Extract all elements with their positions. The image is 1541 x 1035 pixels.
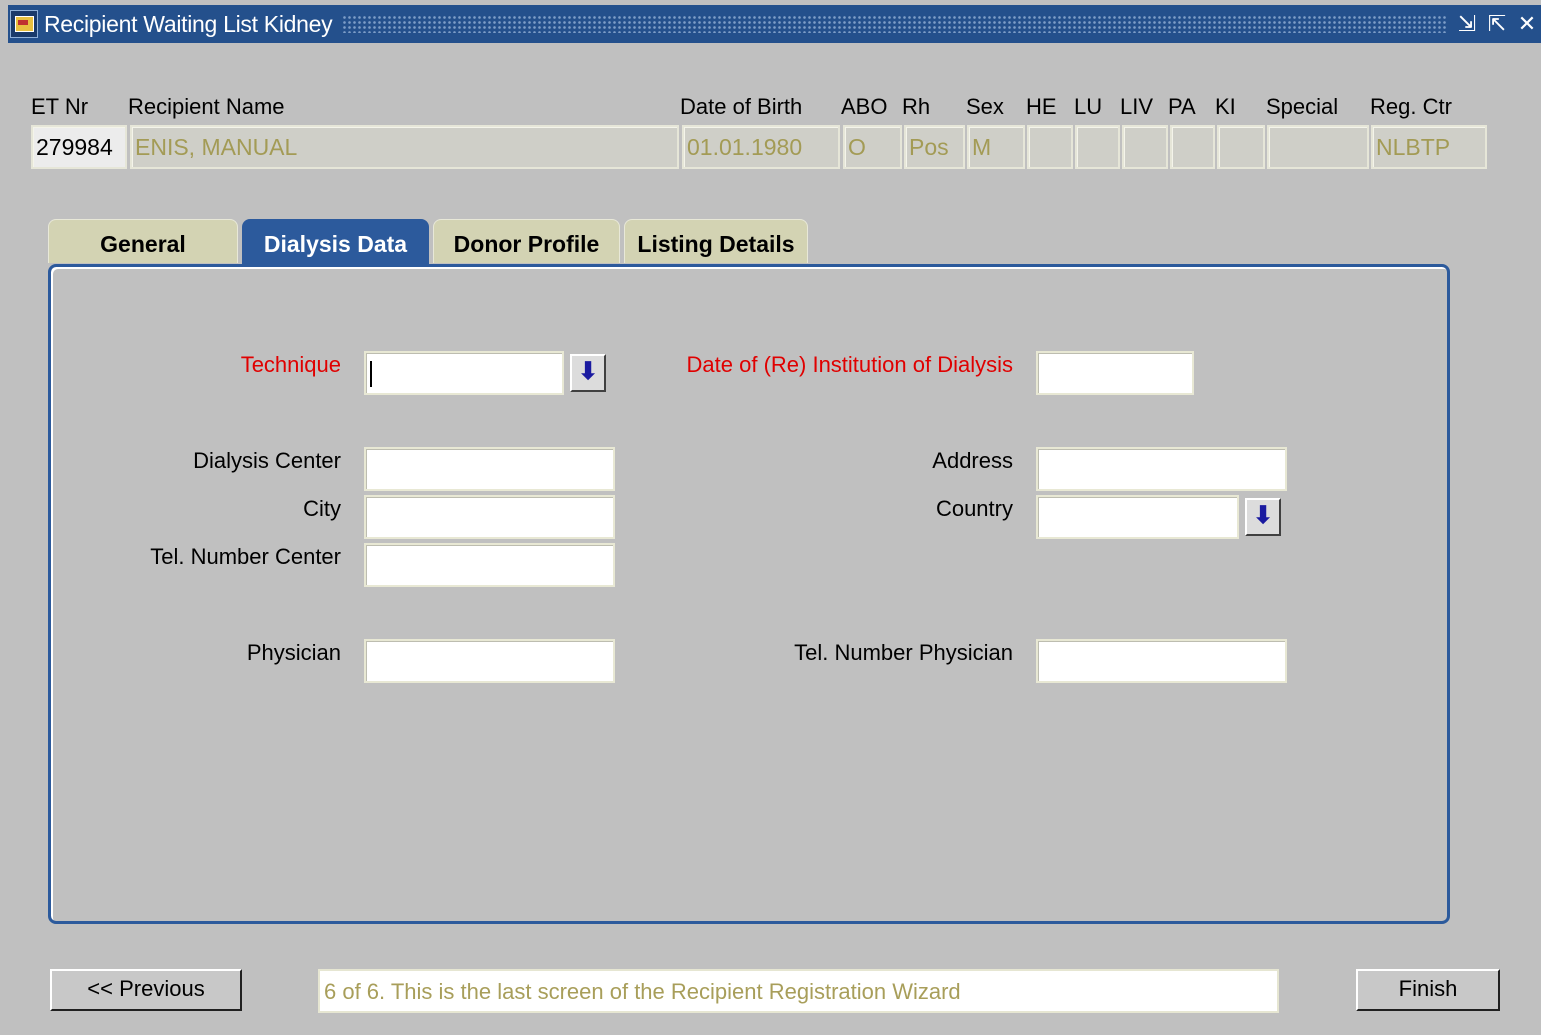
technique-list-button[interactable]: ⬇ bbox=[570, 354, 606, 392]
text-cursor bbox=[370, 361, 372, 387]
country-input[interactable] bbox=[1036, 495, 1239, 539]
country-label: Country bbox=[935, 496, 1013, 521]
down-arrow-icon: ⬇ bbox=[1252, 502, 1274, 529]
liv-field[interactable] bbox=[1122, 125, 1168, 169]
pa-field[interactable] bbox=[1170, 125, 1215, 169]
down-arrow-icon: ⬇ bbox=[577, 358, 599, 385]
physician-label: Physician bbox=[246, 640, 341, 665]
pa-label: PA bbox=[1168, 94, 1196, 119]
date-institution-input[interactable] bbox=[1036, 351, 1194, 395]
close-icon[interactable]: ✕ bbox=[1517, 11, 1537, 37]
tel-center-input[interactable] bbox=[364, 543, 615, 587]
et-nr-field[interactable]: 279984 bbox=[31, 125, 127, 169]
window-title: Recipient Waiting List Kidney bbox=[44, 10, 333, 37]
reg-ctr-label: Reg. Ctr bbox=[1370, 94, 1452, 119]
previous-button[interactable]: << Previous bbox=[50, 969, 242, 1011]
date-of-birth-label: Date of Birth bbox=[680, 94, 803, 119]
city-label: City bbox=[303, 496, 341, 521]
special-label: Special bbox=[1266, 94, 1339, 119]
tab-donor-profile[interactable]: Donor Profile bbox=[433, 219, 620, 263]
maximize-icon[interactable]: ⇱ bbox=[1487, 11, 1507, 37]
rh-label: Rh bbox=[902, 94, 931, 119]
app-icon bbox=[10, 10, 38, 38]
tel-physician-input[interactable] bbox=[1036, 639, 1287, 683]
minimize-icon[interactable]: ⇲ bbox=[1457, 11, 1477, 37]
technique-input[interactable] bbox=[364, 351, 564, 395]
finish-button[interactable]: Finish bbox=[1356, 969, 1500, 1011]
tel-physician-label: Tel. Number Physician bbox=[794, 640, 1013, 665]
country-list-button[interactable]: ⬇ bbox=[1245, 498, 1281, 536]
title-bar-texture bbox=[342, 15, 1447, 33]
he-label: HE bbox=[1026, 94, 1057, 119]
wizard-status-field: 6 of 6. This is the last screen of the R… bbox=[318, 969, 1279, 1013]
date-institution-label: Date of (Re) Institution of Dialysis bbox=[686, 352, 1013, 377]
ki-field[interactable] bbox=[1217, 125, 1265, 169]
physician-input[interactable] bbox=[364, 639, 615, 683]
rh-field[interactable]: Pos bbox=[904, 125, 965, 169]
lu-label: LU bbox=[1074, 94, 1103, 119]
ki-label: KI bbox=[1215, 94, 1236, 119]
lu-field[interactable] bbox=[1075, 125, 1120, 169]
tab-general[interactable]: General bbox=[48, 219, 238, 263]
technique-label: Technique bbox=[240, 352, 341, 377]
liv-label: LIV bbox=[1120, 94, 1154, 119]
sex-field[interactable]: M bbox=[967, 125, 1025, 169]
tab-listing-details[interactable]: Listing Details bbox=[624, 219, 808, 263]
window-title-bar[interactable]: Recipient Waiting List Kidney ⇲ ⇱ ✕ bbox=[8, 5, 1541, 43]
special-field[interactable] bbox=[1267, 125, 1369, 169]
he-field[interactable] bbox=[1027, 125, 1073, 169]
sex-label: Sex bbox=[966, 94, 1004, 119]
dialysis-center-label: Dialysis Center bbox=[193, 448, 341, 473]
date-of-birth-field[interactable]: 01.01.1980 bbox=[682, 125, 840, 169]
tab-dialysis-data[interactable]: Dialysis Data bbox=[242, 219, 429, 266]
recipient-name-label: Recipient Name bbox=[128, 94, 285, 119]
recipient-name-field[interactable]: ENIS, MANUAL bbox=[130, 125, 679, 169]
tel-center-label: Tel. Number Center bbox=[150, 544, 341, 569]
address-label: Address bbox=[932, 448, 1013, 473]
dialysis-center-input[interactable] bbox=[364, 447, 615, 491]
abo-label: ABO bbox=[841, 94, 888, 119]
reg-ctr-field[interactable]: NLBTP bbox=[1371, 125, 1487, 169]
abo-field[interactable]: O bbox=[843, 125, 902, 169]
city-input[interactable] bbox=[364, 495, 615, 539]
address-input[interactable] bbox=[1036, 447, 1287, 491]
et-nr-label: ET Nr bbox=[31, 94, 89, 119]
